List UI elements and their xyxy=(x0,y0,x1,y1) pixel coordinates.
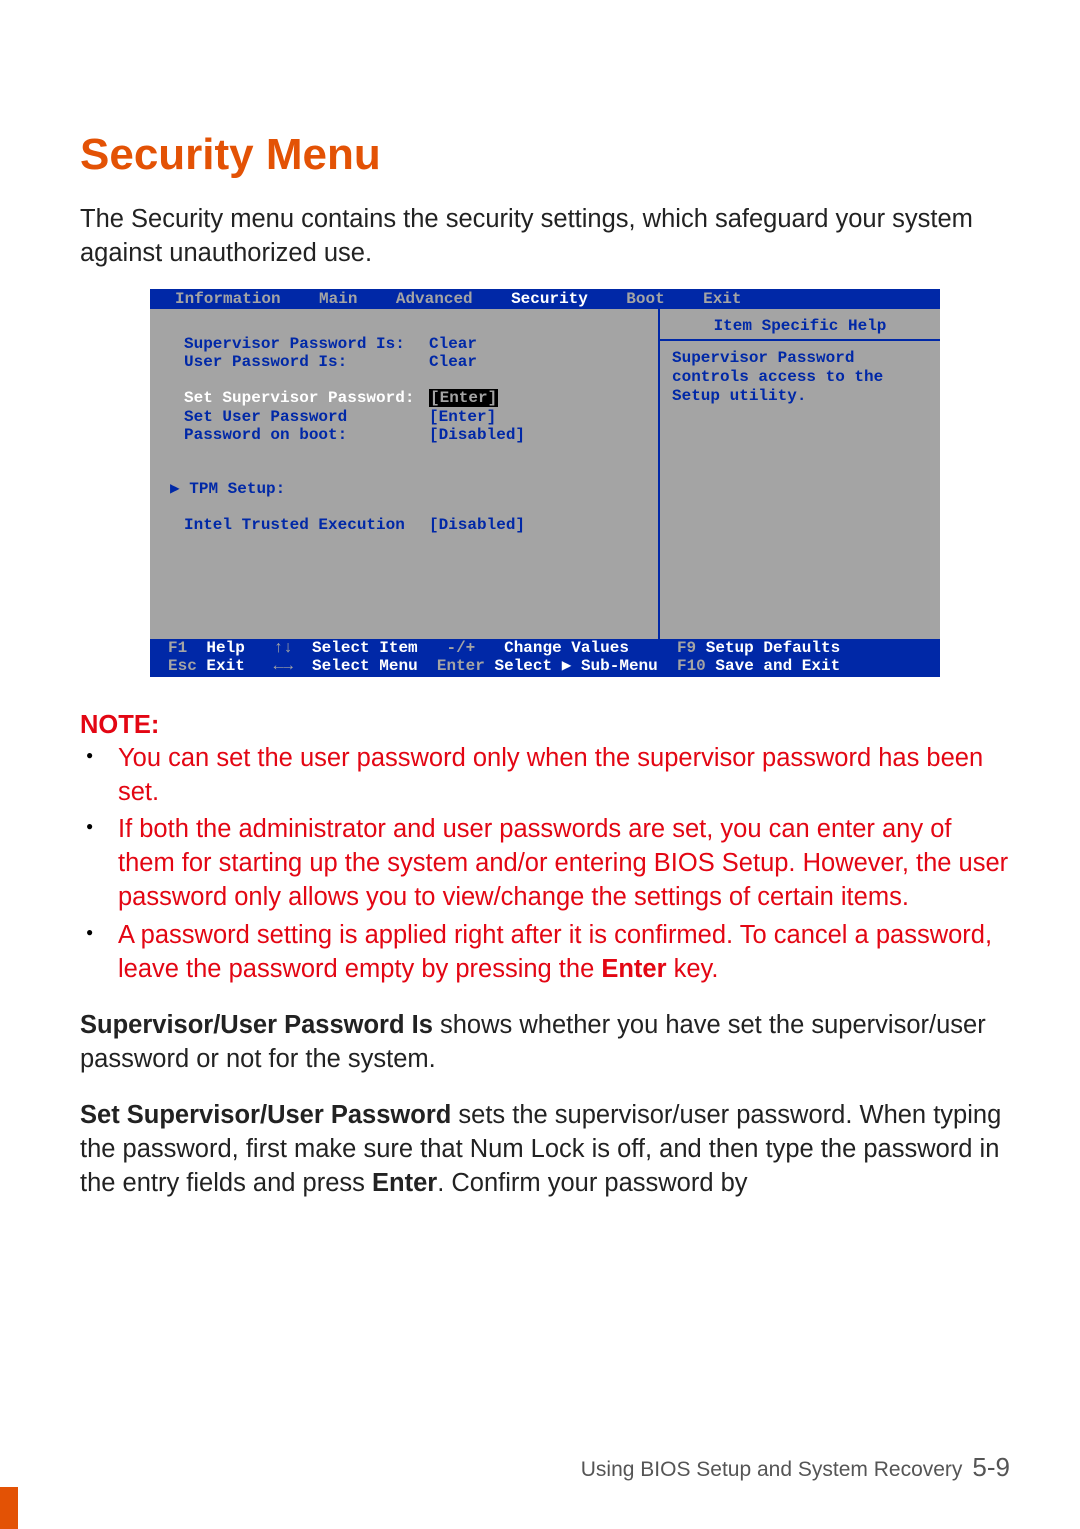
row-pw-on-boot[interactable]: Password on boot:[Disabled] xyxy=(184,426,640,444)
bios-screenshot: Information Main Advanced Security Boot … xyxy=(150,289,940,677)
row-set-supervisor-pw[interactable]: Set Supervisor Password:[Enter] xyxy=(184,389,640,407)
page-title: Security Menu xyxy=(80,130,1010,180)
page-footer: Using BIOS Setup and System Recovery5-9 xyxy=(581,1452,1010,1483)
row-user-pw-is: User Password Is:Clear xyxy=(184,353,640,371)
tab-advanced[interactable]: Advanced xyxy=(396,290,473,308)
note-heading: NOTE: xyxy=(80,711,1010,740)
row-intel-trusted-exec[interactable]: Intel Trusted Execution[Disabled] xyxy=(184,516,640,534)
help-body: Supervisor Password controls access to t… xyxy=(670,349,930,407)
row-supervisor-pw-is: Supervisor Password Is:Clear xyxy=(184,335,640,353)
tab-boot[interactable]: Boot xyxy=(626,290,664,308)
bios-settings-panel: Supervisor Password Is:Clear User Passwo… xyxy=(150,309,658,639)
submenu-arrow-icon: ▶ xyxy=(170,480,189,498)
enter-key-label: Enter xyxy=(601,955,666,983)
tab-information[interactable]: Information xyxy=(175,290,281,308)
bios-help-panel: Item Specific Help Supervisor Password c… xyxy=(658,309,940,639)
tab-security[interactable]: Security xyxy=(511,290,588,308)
help-title: Item Specific Help xyxy=(670,317,930,335)
tab-main[interactable]: Main xyxy=(319,290,357,308)
row-tpm-setup[interactable]: ▶ TPM Setup: xyxy=(184,480,640,498)
note-item: If both the administrator and user passw… xyxy=(118,813,1010,915)
note-item: A password setting is applied right afte… xyxy=(118,919,1010,987)
bios-footer: F1 Help ↑↓ Select Item -/+ Change Values… xyxy=(150,639,940,677)
tab-exit[interactable]: Exit xyxy=(703,290,741,308)
intro-paragraph: The Security menu contains the security … xyxy=(80,202,1010,271)
paragraph-set-supervisor-user: Set Supervisor/User Password sets the su… xyxy=(80,1099,1010,1201)
note-list: You can set the user password only when … xyxy=(80,742,1010,987)
bios-menubar: Information Main Advanced Security Boot … xyxy=(150,289,940,309)
page-accent-tab xyxy=(0,1487,18,1529)
note-item: You can set the user password only when … xyxy=(118,742,1010,810)
row-set-user-pw[interactable]: Set User Password[Enter] xyxy=(184,408,640,426)
paragraph-supervisor-user-is: Supervisor/User Password Is shows whethe… xyxy=(80,1009,1010,1077)
